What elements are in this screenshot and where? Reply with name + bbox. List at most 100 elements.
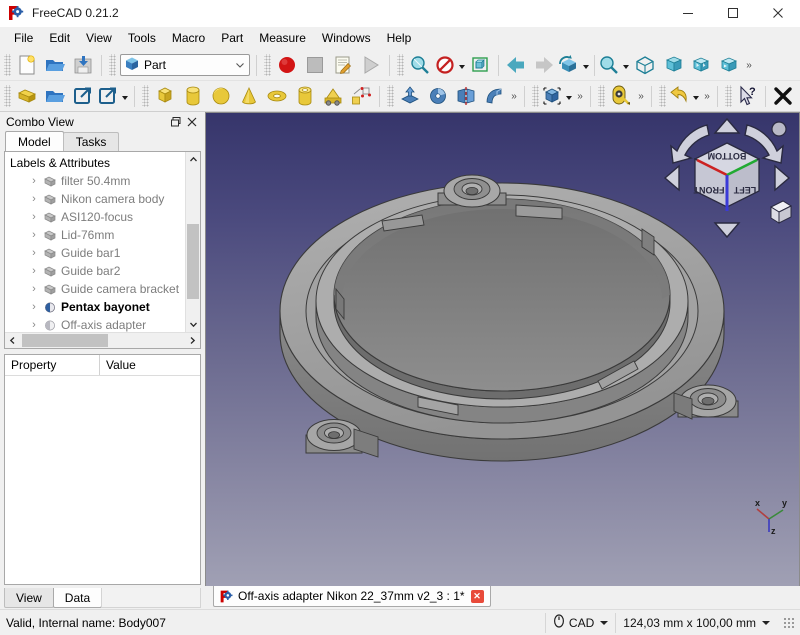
tab-data[interactable]: Data [52,588,103,608]
scroll-track[interactable] [20,333,185,348]
menu-part[interactable]: Part [213,28,251,50]
macro-stop-button[interactable] [301,52,329,79]
expander-icon[interactable]: › [27,301,41,313]
right-view-button[interactable] [715,52,743,79]
save-document-button[interactable] [69,52,97,79]
tab-model[interactable]: Model [5,131,64,151]
measure-button[interactable] [607,83,635,110]
tree-item-guide-bar2[interactable]: › Guide bar2 [5,262,185,280]
std-views-button[interactable] [558,52,580,79]
toolbar-grip[interactable] [532,85,539,107]
open-document-button[interactable] [41,52,69,79]
expander-icon[interactable]: › [27,319,41,331]
create-part-button[interactable] [13,83,41,110]
revolve-button[interactable] [424,83,452,110]
toolbar-grip[interactable] [397,54,404,76]
tree-item-off-axis-adapter[interactable]: › Off-axis adapter [5,316,185,332]
expander-icon[interactable]: › [27,193,41,205]
toolbar-grip[interactable] [264,54,271,76]
navigation-style-selector[interactable]: CAD [544,612,615,633]
macro-edit-button[interactable] [329,52,357,79]
menu-file[interactable]: File [6,28,41,50]
close-button[interactable] [755,0,800,27]
link-object-button[interactable] [69,83,97,110]
whats-this-button[interactable]: ? [734,83,762,110]
workbench-selector[interactable]: Part [120,54,250,76]
torus-button[interactable] [263,83,291,110]
link-actions-caret-icon[interactable] [119,84,130,108]
menu-tools[interactable]: Tools [120,28,164,50]
link-actions-button[interactable] [97,83,119,110]
scroll-right-icon[interactable] [185,333,200,348]
minimize-button[interactable] [665,0,710,27]
tree-item-filter-504mm[interactable]: › filter 50.4mm [5,172,185,190]
expander-icon[interactable]: › [27,265,41,277]
fit-all-button[interactable] [406,52,434,79]
property-column-header[interactable]: Property [5,355,100,375]
menu-view[interactable]: View [78,28,120,50]
expander-icon[interactable]: › [27,229,41,241]
section-caret-icon[interactable] [563,84,574,108]
sphere-button[interactable] [207,83,235,110]
draw-style-button[interactable] [434,52,456,79]
3d-viewport[interactable]: BOTTOM FRONT LEFT x y z [205,112,800,586]
tree-item-pentax-bayonet[interactable]: › Pentax bayonet [5,298,185,316]
toolbar-grip[interactable] [109,54,116,76]
toolbar-grip[interactable] [4,85,11,107]
tube-button[interactable] [291,83,319,110]
chevron-down-icon[interactable] [762,620,770,625]
scroll-thumb[interactable] [187,224,199,299]
tab-tasks[interactable]: Tasks [62,132,120,151]
close-icon[interactable] [184,114,200,130]
cone-button[interactable] [235,83,263,110]
tree-item-nikon-camera-body[interactable]: › Nikon camera body [5,190,185,208]
toolbar-grip[interactable] [725,85,732,107]
draw-style-caret-icon[interactable] [456,53,467,77]
measure-overflow-button[interactable]: » [635,84,647,108]
expander-icon[interactable]: › [27,283,41,295]
tree-item-asi120-focus[interactable]: › ASI120-focus [5,208,185,226]
front-view-button[interactable] [659,52,687,79]
zoom-box-button[interactable] [598,52,620,79]
tab-view[interactable]: View [4,588,54,608]
macro-record-button[interactable] [273,52,301,79]
scroll-down-icon[interactable] [186,317,200,332]
toolbar-grip[interactable] [598,85,605,107]
toolbar-grip[interactable] [4,54,11,76]
bounding-box-button[interactable] [467,52,495,79]
chevron-down-icon[interactable] [233,60,247,70]
boolean-overflow-button[interactable]: » [508,84,520,108]
top-view-button[interactable] [687,52,715,79]
toolbar-grip[interactable] [387,85,394,107]
scroll-up-icon[interactable] [186,152,200,167]
extrude-button[interactable] [396,83,424,110]
value-column-header[interactable]: Value [100,355,200,375]
cylinder-button[interactable] [179,83,207,110]
tree-item-guide-camera-bracket[interactable]: › Guide camera bracket [5,280,185,298]
document-tab-close-icon[interactable]: ✕ [470,589,484,603]
expander-icon[interactable]: › [27,247,41,259]
box-button[interactable] [151,83,179,110]
maximize-button[interactable] [710,0,755,27]
mirror-button[interactable] [452,83,480,110]
scroll-thumb[interactable] [22,334,108,347]
menu-macro[interactable]: Macro [164,28,213,50]
toolbar-grip[interactable] [659,85,666,107]
float-window-icon[interactable] [168,114,184,130]
create-group-button[interactable] [41,83,69,110]
menu-measure[interactable]: Measure [251,28,314,50]
zoom-caret-icon[interactable] [620,53,631,77]
close-document-button[interactable] [769,83,797,110]
std-views-caret-icon[interactable] [580,53,591,77]
dimension-indicator[interactable]: 124,03 mm x 100,00 mm [615,612,777,633]
primitives-button[interactable] [319,83,347,110]
expander-icon[interactable]: › [27,211,41,223]
toolbar-grip[interactable] [142,85,149,107]
undo-overflow-button[interactable]: » [701,84,713,108]
section-cut-button[interactable] [541,83,563,110]
toolbar-overflow-button[interactable]: » [743,53,755,77]
expander-icon[interactable]: › [27,175,41,187]
undo-caret-icon[interactable] [690,84,701,108]
document-tab[interactable]: Off-axis adapter Nikon 22_37mm v2_3 : 1*… [213,586,491,607]
menu-windows[interactable]: Windows [314,28,379,50]
